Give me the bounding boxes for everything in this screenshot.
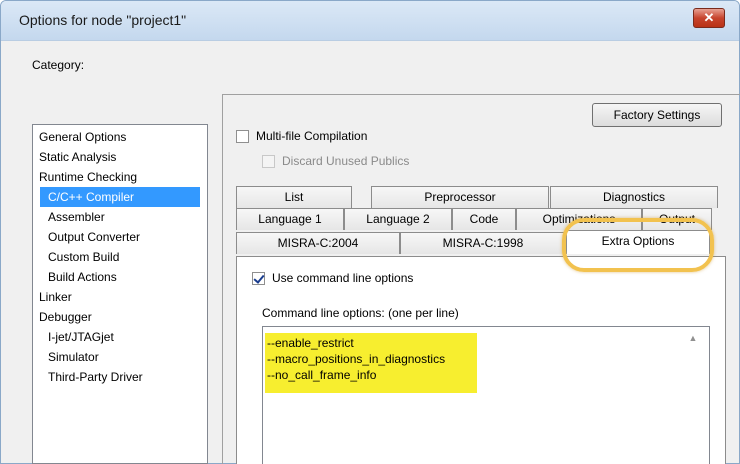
window-title: Options for node "project1": [19, 12, 187, 28]
category-item[interactable]: Build Actions: [40, 267, 117, 287]
category-item[interactable]: I-jet/JTAGjet: [40, 327, 114, 347]
close-button[interactable]: ✕: [693, 8, 725, 28]
category-item[interactable]: C/C++ Compiler: [40, 187, 200, 207]
category-item[interactable]: Assembler: [40, 207, 105, 227]
category-item[interactable]: Linker: [35, 287, 72, 307]
category-item[interactable]: Third-Party Driver: [40, 367, 143, 387]
tab-list[interactable]: List: [236, 186, 352, 208]
category-label: Category:: [32, 58, 85, 72]
tab-preprocessor[interactable]: Preprocessor: [371, 186, 549, 208]
cmdline-line: --macro_positions_in_diagnostics: [267, 352, 446, 366]
title-bar[interactable]: Options for node "project1" ✕: [1, 1, 739, 41]
multifile-label: Multi-file Compilation: [256, 129, 368, 143]
cmdline-options-textarea[interactable]: --enable_restrict --macro_positions_in_d…: [262, 326, 710, 464]
multifile-checkbox[interactable]: [236, 130, 249, 143]
category-list[interactable]: General Options Static Analysis Runtime Ch…: [32, 124, 208, 464]
category-item[interactable]: General Options: [35, 127, 126, 147]
category-item[interactable]: Simulator: [40, 347, 99, 367]
category-item[interactable]: Runtime Checking: [35, 167, 137, 187]
cmdline-options-label: Command line options: (one per line): [262, 306, 459, 320]
tab-language-2[interactable]: Language 2: [344, 208, 452, 230]
category-item[interactable]: Output Converter: [40, 227, 140, 247]
scroll-up-arrow-icon[interactable]: ▲: [687, 333, 699, 343]
tab-optimizations[interactable]: Optimizations: [516, 208, 642, 230]
use-cmdline-checkbox[interactable]: [252, 272, 265, 285]
tab-language-1[interactable]: Language 1: [236, 208, 344, 230]
factory-settings-button[interactable]: Factory Settings: [592, 103, 722, 127]
tab-code[interactable]: Code: [452, 208, 516, 230]
discard-unused-label: Discard Unused Publics: [282, 154, 410, 168]
use-cmdline-label: Use command line options: [272, 271, 414, 285]
tab-diagnostics[interactable]: Diagnostics: [550, 186, 718, 208]
tab-extra-options[interactable]: Extra Options: [566, 230, 710, 254]
category-item[interactable]: Static Analysis: [35, 147, 116, 167]
cmdline-line: --no_call_frame_info: [267, 368, 377, 382]
category-item[interactable]: Custom Build: [40, 247, 119, 267]
tab-misra-1998[interactable]: MISRA-C:1998: [400, 232, 566, 254]
category-item[interactable]: Debugger: [35, 307, 92, 327]
discard-unused-checkbox[interactable]: [262, 155, 275, 168]
close-icon: ✕: [703, 10, 715, 25]
tab-output[interactable]: Output: [642, 208, 712, 230]
tab-misra-2004[interactable]: MISRA-C:2004: [236, 232, 400, 254]
cmdline-line: --enable_restrict: [267, 336, 354, 350]
